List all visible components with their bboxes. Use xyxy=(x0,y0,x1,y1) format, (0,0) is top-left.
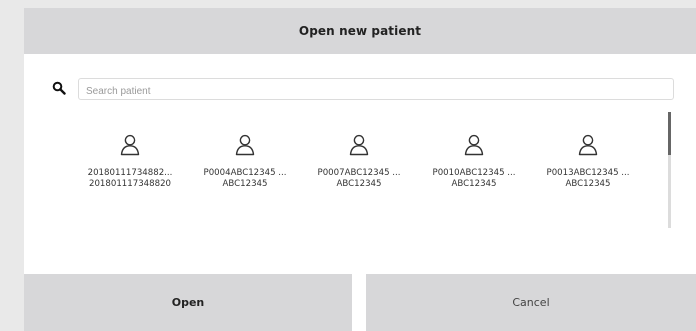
cancel-button[interactable]: Cancel xyxy=(366,274,696,331)
patient-id: 20180111734882... xyxy=(87,168,173,178)
patient-secondary-id: 201801117348820 xyxy=(88,179,171,189)
patient-id: P0013ABC12345 ... xyxy=(546,168,630,178)
patient-secondary-id: ABC12345 xyxy=(336,179,382,189)
patient-id: P0007ABC12345 ... xyxy=(317,168,401,178)
dialog-title: Open new patient xyxy=(298,24,422,38)
patient-item[interactable]: P0010ABC12345 ... ABC12345 xyxy=(422,134,526,206)
search-input[interactable] xyxy=(79,81,673,102)
dialog-title-bar: Open new patient xyxy=(24,8,696,54)
person-icon xyxy=(464,134,484,156)
patient-item[interactable]: 20180111734882... 201801117348820 xyxy=(78,134,182,206)
person-icon xyxy=(578,134,598,156)
patient-list-scrollbar[interactable] xyxy=(668,112,671,228)
person-icon xyxy=(235,134,255,156)
patient-secondary-id: ABC12345 xyxy=(451,179,497,189)
scrollbar-thumb[interactable] xyxy=(668,112,671,155)
cancel-button-label: Cancel xyxy=(512,296,550,309)
search-icon xyxy=(52,81,66,95)
patient-item[interactable]: P0013ABC12345 ... ABC12345 xyxy=(536,134,640,206)
search-field[interactable] xyxy=(78,78,674,102)
patient-id: P0004ABC12345 ... xyxy=(203,168,287,178)
patient-list: 20180111734882... 201801117348820 P0004A… xyxy=(24,134,696,214)
person-icon xyxy=(349,134,369,156)
patient-id: P0010ABC12345 ... xyxy=(432,168,516,178)
open-button[interactable]: Open xyxy=(24,274,352,331)
patient-secondary-id: ABC12345 xyxy=(565,179,611,189)
patient-item[interactable]: P0004ABC12345 ... ABC12345 xyxy=(193,134,297,206)
patient-secondary-id: ABC12345 xyxy=(222,179,268,189)
open-button-label: Open xyxy=(171,296,205,309)
person-icon xyxy=(120,134,140,156)
patient-item[interactable]: P0007ABC12345 ... ABC12345 xyxy=(307,134,411,206)
open-patient-dialog: Open new patient 20180111734882... 20180… xyxy=(24,8,696,331)
